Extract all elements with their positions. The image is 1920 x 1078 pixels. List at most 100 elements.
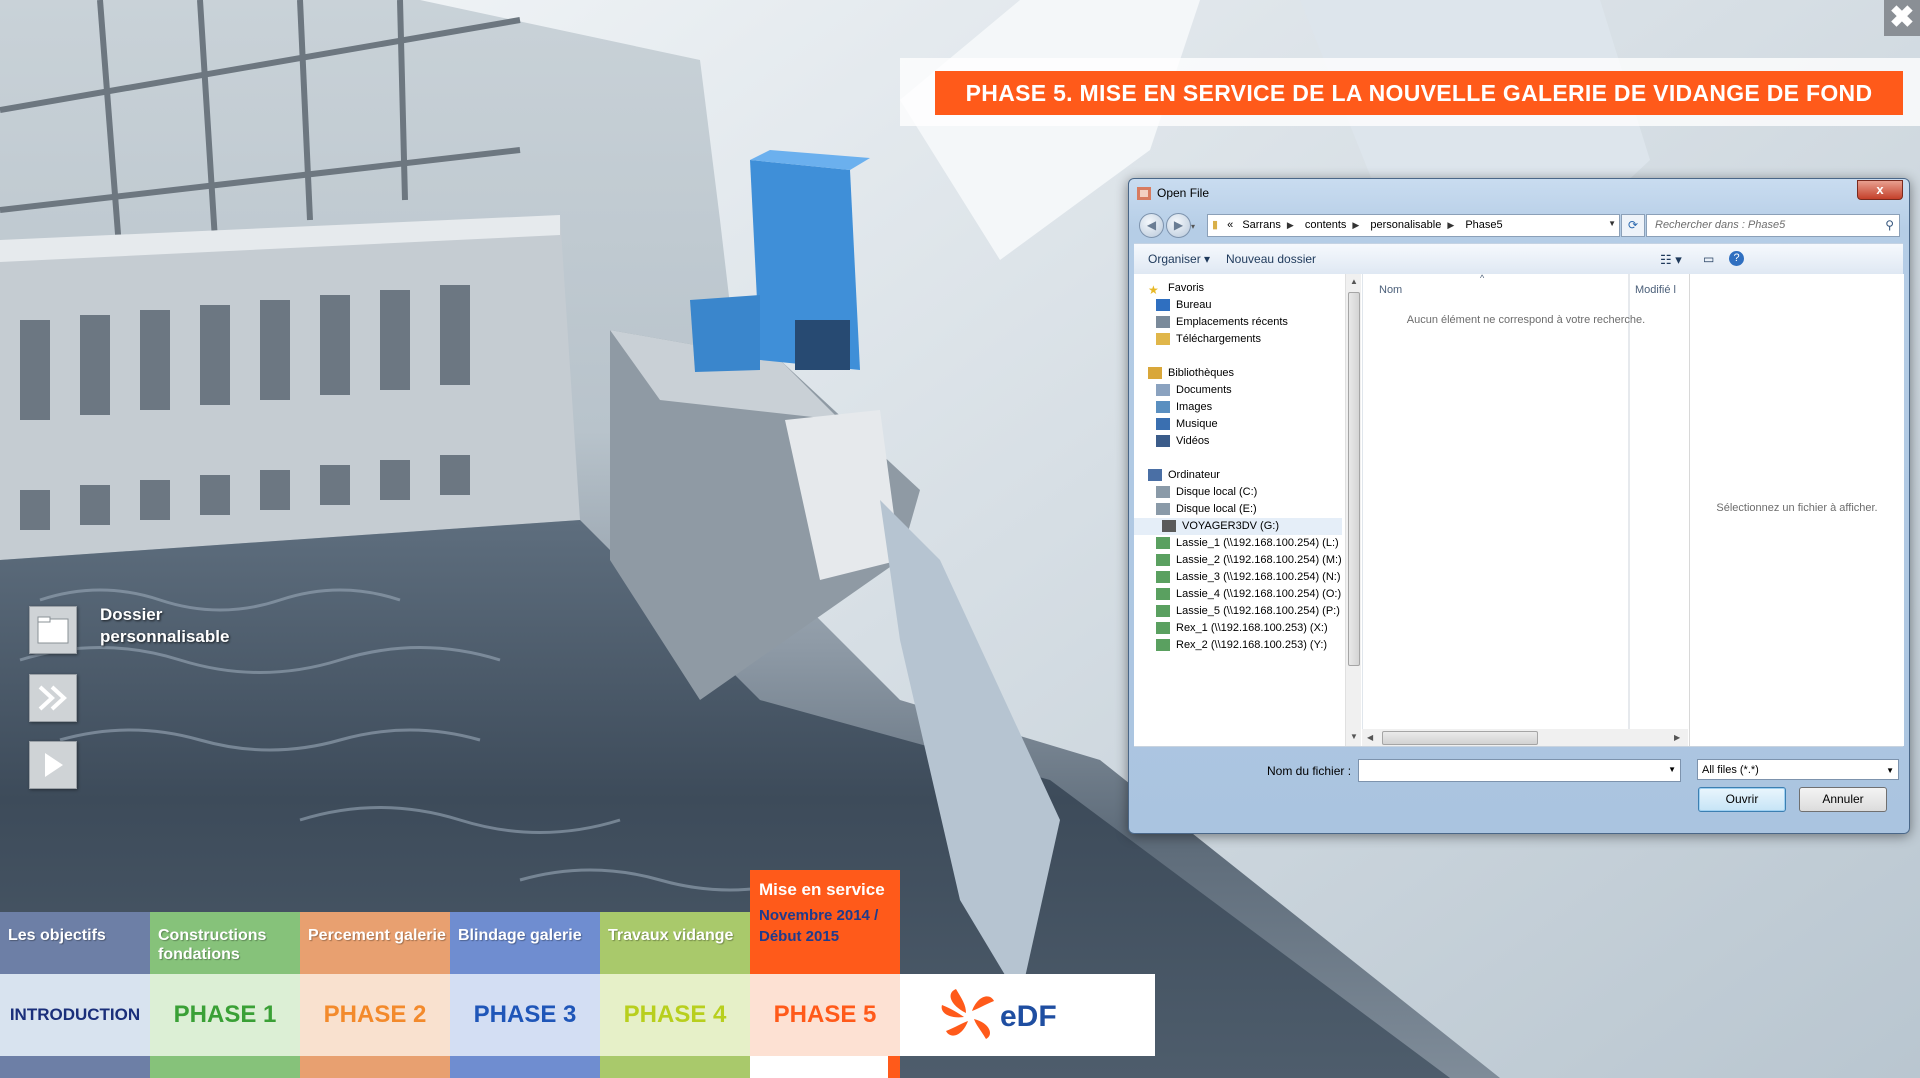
images-icon [1156, 401, 1170, 414]
recent-locations-dropdown-icon[interactable]: ▾ [1191, 222, 1195, 231]
tree-item[interactable]: Bibliothèques [1148, 365, 1234, 382]
dialog-close-button[interactable]: x [1857, 180, 1903, 200]
banner-backdrop: PHASE 5. MISE EN SERVICE DE LA NOUVELLE … [900, 58, 1920, 126]
tree-item-label: Documents [1176, 384, 1232, 396]
organize-menu[interactable]: Organiser ▾ [1148, 252, 1210, 266]
nav-intro-top[interactable]: Les objectifs [0, 912, 150, 974]
file-type-select[interactable]: All files (*.*) ▼ [1697, 759, 1899, 780]
nav-phase3-top[interactable]: Blindage galerie [450, 912, 600, 974]
preview-pane: Sélectionnez un fichier à afficher. [1689, 274, 1904, 746]
downloads-icon [1156, 333, 1170, 346]
tree-item[interactable]: Lassie_4 (\\192.168.100.254) (O:) [1156, 586, 1341, 603]
tree-item-label: Lassie_3 (\\192.168.100.254) (N:) [1176, 571, 1341, 583]
refresh-button[interactable]: ⟳ [1621, 214, 1645, 237]
list-horizontal-scrollbar[interactable]: ◀ ▶ [1362, 729, 1688, 746]
nav-phase2-top[interactable]: Percement galerie [300, 912, 450, 974]
recent-places-icon [1156, 316, 1170, 329]
scrollbar-thumb[interactable] [1382, 731, 1538, 745]
preview-pane-icon[interactable]: ▭ [1703, 252, 1714, 266]
nav-phase5-tab[interactable]: PHASE 5 [750, 974, 900, 1056]
breadcrumb-separator-icon[interactable]: ▶ [1287, 220, 1294, 230]
breadcrumb-item[interactable]: Phase5 [1465, 219, 1502, 231]
address-dropdown-icon[interactable]: ▼ [1608, 219, 1616, 228]
open-file-dialog: Open File x ◀ ▶ ▾ ▮ « Sarrans ▶ contents ▶… [1128, 178, 1910, 834]
tree-item-label: Disque local (E:) [1176, 503, 1257, 515]
view-options-icon[interactable]: ☷ ▾ [1660, 252, 1682, 268]
open-button[interactable]: Ouvrir [1698, 787, 1786, 812]
tree-item[interactable]: Disque local (E:) [1156, 501, 1257, 518]
nav-phase2-tab[interactable]: PHASE 2 [300, 974, 450, 1056]
star-icon: ★ [1148, 283, 1159, 298]
custom-folder-button[interactable] [29, 606, 77, 654]
back-button[interactable]: ◀ [1139, 213, 1164, 238]
phase-title-banner: PHASE 5. MISE EN SERVICE DE LA NOUVELLE … [935, 71, 1903, 115]
play-button[interactable] [29, 741, 77, 789]
breadcrumb-item[interactable]: contents [1305, 219, 1347, 231]
breadcrumb-separator-icon[interactable]: ▶ [1447, 220, 1454, 230]
tree-item[interactable]: Rex_2 (\\192.168.100.253) (Y:) [1156, 637, 1327, 654]
tree-item[interactable]: Lassie_5 (\\192.168.100.254) (P:) [1156, 603, 1340, 620]
tree-item[interactable]: ★ Favoris [1148, 280, 1204, 297]
search-icon[interactable]: ⚲ [1885, 218, 1894, 232]
search-placeholder: Rechercher dans : Phase5 [1655, 219, 1786, 231]
nav-phase1-top[interactable]: Constructions fondations [150, 912, 300, 974]
column-header-modified[interactable]: Modifié l [1635, 284, 1676, 296]
tree-item[interactable]: Lassie_2 (\\192.168.100.254) (M:) [1156, 552, 1342, 569]
nav-phase4-tab[interactable]: PHASE 4 [600, 974, 750, 1056]
file-type-dropdown-icon[interactable]: ▼ [1886, 760, 1894, 781]
tree-item-label: Bibliothèques [1168, 367, 1235, 379]
network-drive-icon [1156, 639, 1170, 652]
forward-button[interactable]: ▶ [1166, 213, 1191, 238]
nav-intro-strip [0, 1056, 150, 1078]
breadcrumb-overflow[interactable]: « [1227, 219, 1233, 231]
tree-item[interactable]: Musique [1156, 416, 1218, 433]
network-drive-icon [1156, 554, 1170, 567]
column-header-name[interactable]: Nom [1379, 284, 1402, 296]
nav-intro-tab[interactable]: INTRODUCTION [0, 974, 150, 1056]
file-list[interactable]: Nom ^ Modifié l Aucun élément ne corresp… [1362, 273, 1689, 746]
help-icon[interactable]: ? [1729, 251, 1744, 266]
search-input[interactable]: Rechercher dans : Phase5 ⚲ [1646, 214, 1900, 237]
tree-item[interactable]: Téléchargements [1156, 331, 1261, 348]
dialog-title: Open File [1157, 186, 1210, 200]
breadcrumb-item[interactable]: Sarrans [1242, 219, 1281, 231]
computer-icon [1148, 469, 1162, 482]
nav-phase4-top[interactable]: Travaux vidange [600, 912, 750, 974]
tree-scrollbar[interactable]: ▲ ▼ [1345, 274, 1361, 746]
tree-item[interactable]: Documents [1156, 382, 1232, 399]
scroll-down-icon[interactable]: ▼ [1350, 732, 1358, 741]
tree-item[interactable]: Images [1156, 399, 1212, 416]
scroll-right-icon[interactable]: ▶ [1674, 733, 1680, 742]
custom-folder-label-line2: personnalisable [100, 627, 230, 646]
nav-phase5-title: Mise en service [759, 880, 885, 899]
scrollbar-thumb[interactable] [1348, 292, 1360, 666]
filename-dropdown-icon[interactable]: ▼ [1668, 765, 1676, 774]
tree-item[interactable]: Lassie_3 (\\192.168.100.254) (N:) [1156, 569, 1341, 586]
close-app-button[interactable]: ✖ [1884, 0, 1920, 36]
cancel-button[interactable]: Annuler [1799, 787, 1887, 812]
tree-item-label: Lassie_1 (\\192.168.100.254) (L:) [1176, 537, 1339, 549]
fast-forward-button[interactable] [29, 674, 77, 722]
tree-item[interactable]: Bureau [1156, 297, 1211, 314]
nav-phase5-top[interactable]: Mise en service Novembre 2014 / Début 20… [750, 870, 900, 974]
phase-navigation: Les objectifs Constructions fondations P… [0, 866, 1160, 1078]
breadcrumb-item[interactable]: personalisable [1370, 219, 1441, 231]
tree-item[interactable]: Vidéos [1156, 433, 1209, 450]
new-folder-button[interactable]: Nouveau dossier [1226, 252, 1316, 266]
tree-item[interactable]: VOYAGER3DV (G:) [1134, 518, 1342, 535]
tree-item[interactable]: Emplacements récents [1156, 314, 1288, 331]
scroll-up-icon[interactable]: ▲ [1350, 277, 1358, 286]
fast-forward-icon [38, 685, 67, 711]
nav-phase3-strip [450, 1056, 600, 1078]
nav-phase3-tab[interactable]: PHASE 3 [450, 974, 600, 1056]
breadcrumb-separator-icon[interactable]: ▶ [1352, 220, 1359, 230]
filename-input[interactable]: ▼ [1358, 759, 1681, 782]
tree-item[interactable]: Lassie_1 (\\192.168.100.254) (L:) [1156, 535, 1339, 552]
address-bar[interactable]: ▮ « Sarrans ▶ contents ▶ personalisable ▶ P… [1207, 214, 1620, 237]
tree-item[interactable]: Ordinateur [1148, 467, 1220, 484]
tree-item[interactable]: Disque local (C:) [1156, 484, 1257, 501]
scroll-left-icon[interactable]: ◀ [1367, 733, 1373, 742]
tree-item[interactable]: Rex_1 (\\192.168.100.253) (X:) [1156, 620, 1328, 637]
nav-phase1-tab[interactable]: PHASE 1 [150, 974, 300, 1056]
folder-icon [37, 616, 69, 644]
